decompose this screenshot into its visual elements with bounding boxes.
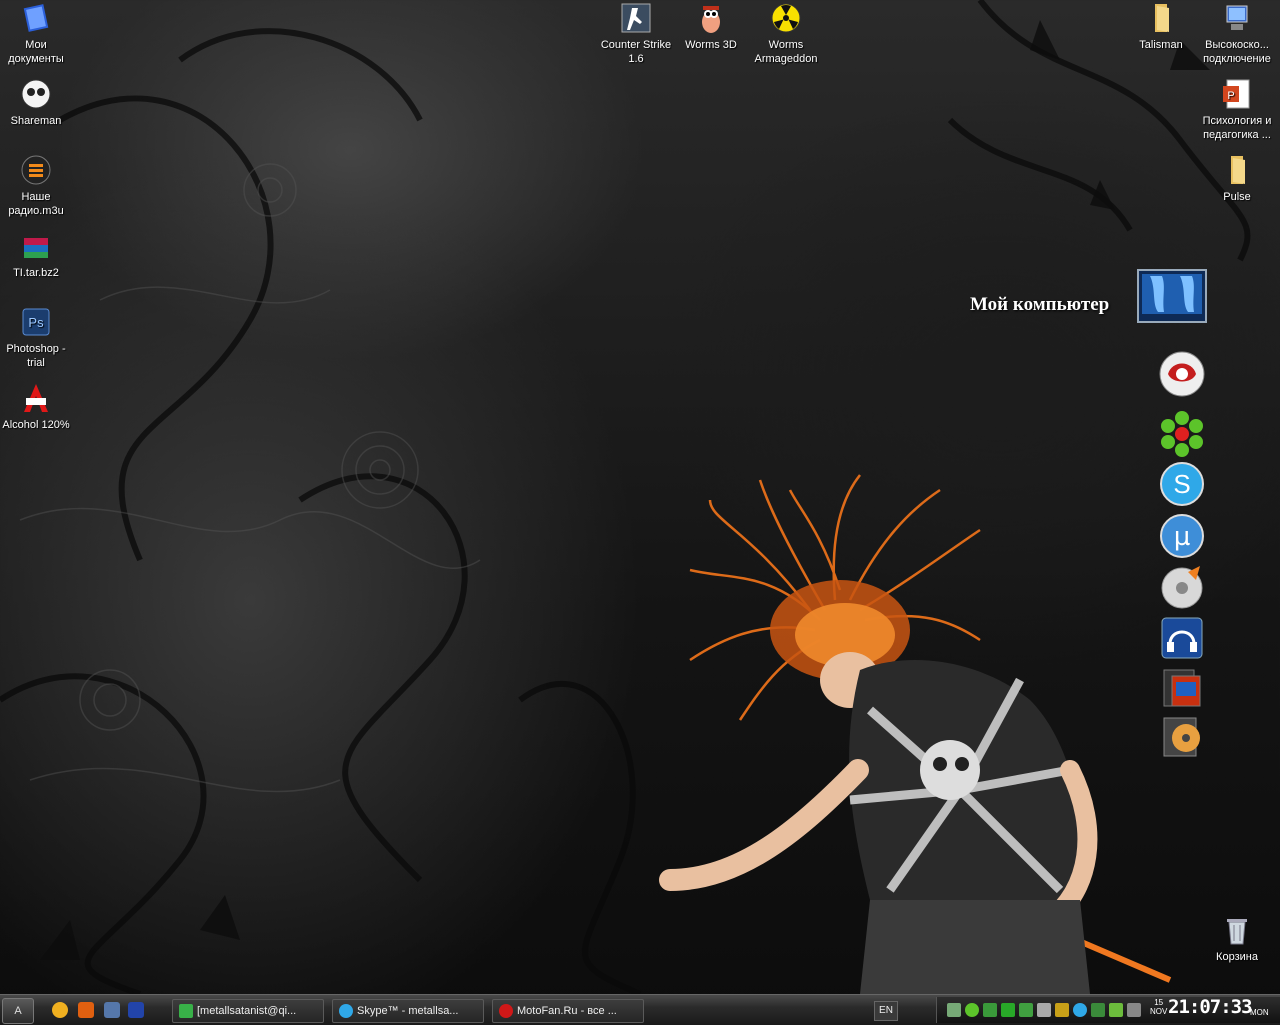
network-connection-icon — [1221, 2, 1253, 34]
desktop-icon-highspeed-connection[interactable]: Высокоско... подключение — [1197, 2, 1277, 66]
audio-icon[interactable] — [1158, 614, 1206, 662]
taskbar-button-opera[interactable]: MotoFan.Ru - все ... — [492, 999, 644, 1023]
desktop-icon-label: Корзина — [1216, 951, 1258, 963]
desktop-icon-label: Alcohol 120% — [2, 419, 70, 431]
icq-tray-icon[interactable] — [965, 1003, 979, 1017]
skype-icon — [339, 1004, 353, 1018]
opera-icon[interactable] — [1158, 350, 1206, 398]
taskbar-button-label: MotoFan.Ru - все ... — [517, 1005, 617, 1017]
display-icon[interactable] — [104, 1002, 120, 1018]
powerpoint-icon: P — [1221, 78, 1253, 110]
media-tray-icon[interactable] — [1109, 1003, 1123, 1017]
desktop-icon-counter-strike[interactable]: Counter Strike 1.6 — [596, 2, 676, 66]
date-day: 15 — [1154, 998, 1164, 1007]
desktop-icon-ti-archive[interactable]: TI.tar.bz2 — [0, 230, 76, 280]
dock-title: Мой компьютер — [970, 294, 1110, 315]
display-tray-icon[interactable] — [1019, 1003, 1033, 1017]
shareman-icon — [20, 78, 52, 110]
torrent-tray-icon[interactable] — [1001, 1003, 1015, 1017]
desktop-icon-worms-3d[interactable]: Worms 3D — [671, 2, 751, 52]
desktop[interactable]: Мои документы Shareman Наше радио.m3u TI… — [0, 0, 1280, 994]
dvd-icon[interactable] — [1158, 712, 1206, 760]
language-indicator[interactable]: EN — [874, 1001, 898, 1021]
counter-strike-icon — [620, 2, 652, 34]
desktop-icon-talisman[interactable]: Talisman — [1121, 2, 1201, 52]
games-icon[interactable] — [1158, 664, 1206, 712]
desktop-icon[interactable] — [128, 1002, 144, 1018]
security-icon[interactable] — [983, 1003, 997, 1017]
taskbar-button-label: Skype™ - metallsa... — [357, 1005, 459, 1017]
desktop-icon-psychology-pres[interactable]: P Психология и педагогика ... — [1197, 78, 1277, 142]
taskbar-button-skype[interactable]: Skype™ - metallsa... — [332, 999, 484, 1023]
desktop-icon-label: Worms 3D — [685, 39, 737, 51]
archive-icon — [20, 230, 52, 262]
desktop-icon-label: TI.tar.bz2 — [13, 267, 59, 279]
desktop-icon-my-documents[interactable]: Мои документы — [0, 2, 76, 66]
svg-text:µ: µ — [1174, 522, 1191, 552]
worms-3d-icon — [695, 2, 727, 34]
desktop-icon-label: Психология и педагогика ... — [1202, 115, 1272, 141]
svg-text:S: S — [1173, 469, 1190, 499]
desktop-icon-label: Высокоско... подключение — [1203, 39, 1271, 65]
my-documents-icon — [20, 2, 52, 34]
desktop-icon-label: Shareman — [10, 115, 62, 127]
antivirus-icon[interactable] — [1127, 1003, 1141, 1017]
alcohol-icon — [20, 382, 52, 414]
desktop-icon-pulse[interactable]: Pulse — [1197, 154, 1277, 204]
photoshop-icon: Ps — [20, 306, 52, 338]
date-month: NOV — [1150, 1007, 1168, 1016]
volume-icon[interactable] — [1037, 1003, 1051, 1017]
media-player-icon[interactable] — [1158, 564, 1206, 612]
worms-armageddon-icon — [770, 2, 802, 34]
recycle-bin-icon — [1221, 914, 1253, 946]
desktop-icon-label: Photoshop - trial — [6, 343, 66, 369]
desktop-icon-nashe-radio[interactable]: Наше радио.m3u — [0, 154, 76, 218]
desktop-icon-label: Мои документы — [8, 39, 64, 65]
desktop-icon-recycle-bin[interactable]: Корзина — [1197, 914, 1277, 964]
desktop-icon-label: Worms Armageddon — [754, 39, 818, 65]
desktop-icon-shareman[interactable]: Shareman — [0, 78, 76, 128]
desktop-icon-label: Talisman — [1139, 39, 1183, 51]
icq-icon[interactable] — [1158, 410, 1206, 458]
skype-tray-icon[interactable] — [1073, 1003, 1087, 1017]
clock[interactable]: 21:07:33 — [1168, 996, 1253, 1018]
weekday: MON — [1250, 1008, 1269, 1017]
desktop-icon-photoshop[interactable]: Ps Photoshop - trial — [0, 306, 76, 370]
svg-text:P: P — [1227, 90, 1234, 102]
qip-icon — [179, 1004, 193, 1018]
taskbar-button-label: [metallsatanist@qi... — [197, 1005, 297, 1017]
folder-icon — [1145, 2, 1177, 34]
aim-icon[interactable] — [52, 1002, 68, 1018]
date-display: 15 NOV — [1150, 998, 1167, 1016]
taskbar: A [metallsatanist@qi... Skype™ - metalls… — [0, 994, 1280, 1025]
desktop-icon-label: Наше радио.m3u — [8, 191, 64, 217]
wallpaper-figure — [659, 474, 1172, 994]
taskbar-button-qip[interactable]: [metallsatanist@qi... — [172, 999, 324, 1023]
nvidia-icon[interactable] — [1091, 1003, 1105, 1017]
svg-text:Ps: Ps — [28, 315, 44, 330]
network-icon[interactable] — [947, 1003, 961, 1017]
x-icon[interactable] — [1055, 1003, 1069, 1017]
start-button[interactable]: A — [2, 998, 34, 1024]
skype-icon[interactable]: S — [1158, 460, 1206, 508]
media-icon[interactable] — [78, 1002, 94, 1018]
desktop-icon-label: Pulse — [1223, 191, 1251, 203]
folder-icon — [1221, 154, 1253, 186]
desktop-icon-label: Counter Strike 1.6 — [600, 39, 672, 65]
desktop-icon-alcohol[interactable]: Alcohol 120% — [0, 382, 76, 432]
playlist-icon — [20, 154, 52, 186]
utorrent-icon[interactable]: µ — [1158, 512, 1206, 560]
my-computer-icon[interactable] — [1136, 268, 1208, 324]
desktop-icon-worms-armageddon[interactable]: Worms Armageddon — [746, 2, 826, 66]
opera-icon — [499, 1004, 513, 1018]
